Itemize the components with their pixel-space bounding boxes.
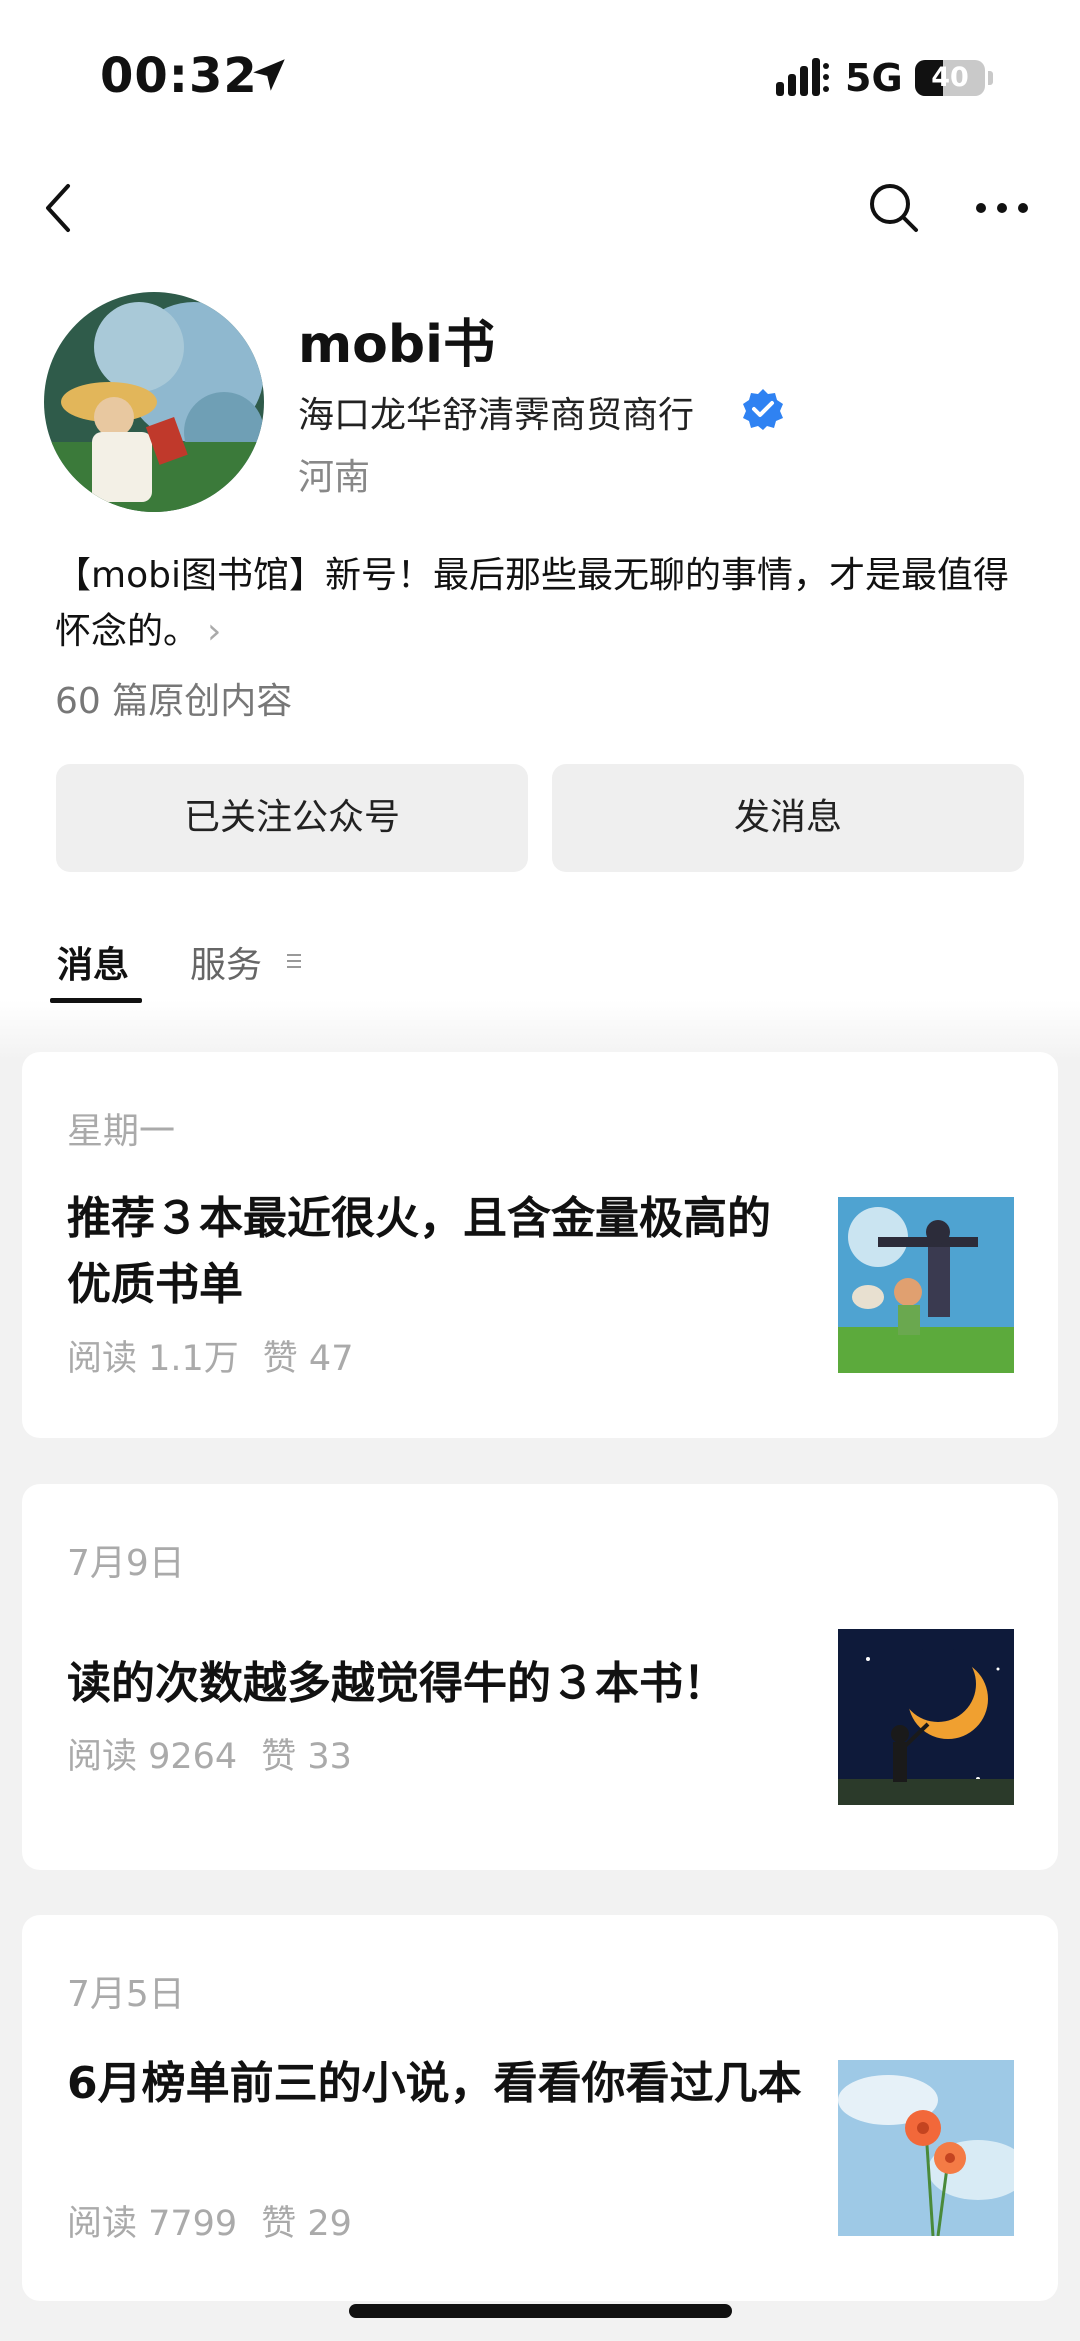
article-thumbnail bbox=[838, 1629, 1014, 1805]
verified-badge-icon[interactable] bbox=[742, 388, 784, 430]
like-count: 赞 47 bbox=[262, 1339, 354, 1379]
battery-icon: 40 bbox=[915, 60, 985, 96]
signal-icon bbox=[776, 58, 829, 96]
menu-lines-icon bbox=[287, 954, 301, 968]
avatar[interactable] bbox=[44, 292, 264, 512]
read-count: 阅读 1.1万 bbox=[67, 1339, 239, 1379]
chevron-right-icon: › bbox=[207, 611, 222, 652]
like-count: 赞 29 bbox=[261, 2204, 352, 2244]
article-title: 读的次数越多越觉得牛的３本书！ bbox=[67, 1658, 727, 1709]
avatar-illustration bbox=[44, 292, 264, 512]
article-stats: 阅读 7799 赞 29 bbox=[67, 2195, 376, 2246]
status-time: 00:32 bbox=[100, 48, 258, 104]
article-stats: 阅读 9264 赞 33 bbox=[67, 1728, 376, 1779]
original-content-count[interactable]: 60 篇原创内容 bbox=[55, 672, 292, 724]
article-card[interactable]: 7月5日 6月榜单前三的小说，看看你看过几本 阅读 7799 赞 29 bbox=[22, 1915, 1058, 2301]
article-card[interactable]: 星期一 推荐３本最近很火，且含金量极高的优质书单 阅读 1.1万赞 47 bbox=[22, 1052, 1058, 1438]
company-name: 海口龙华舒清霁商贸商行 bbox=[298, 395, 695, 436]
followed-button[interactable]: 已关注公众号 bbox=[56, 764, 528, 872]
article-date: 7月5日 bbox=[67, 1974, 185, 2015]
search-icon[interactable] bbox=[866, 180, 922, 236]
article-thumbnail bbox=[838, 1197, 1014, 1373]
article-thumbnail bbox=[838, 2060, 1014, 2236]
article-title: 6月榜单前三的小说，看看你看过几本 bbox=[67, 2058, 802, 2109]
status-bar: 00:32 5G 40 bbox=[0, 0, 1080, 160]
article-date: 7月9日 bbox=[67, 1543, 185, 1584]
like-count: 赞 33 bbox=[261, 1737, 352, 1777]
tab-messages[interactable]: 消息 bbox=[57, 936, 129, 988]
region: 河南 bbox=[298, 457, 371, 498]
account-description[interactable]: 【mobi图书馆】新号！最后那些最无聊的事情，才是最值得怀念的。 › bbox=[55, 548, 1035, 660]
article-title: 推荐３本最近很火，且含金量极高的优质书单 bbox=[67, 1193, 771, 1310]
tab-services[interactable]: 服务 bbox=[190, 936, 262, 988]
read-count: 阅读 9264 bbox=[67, 1737, 238, 1777]
battery-percent: 40 bbox=[931, 62, 969, 93]
article-stats: 阅读 1.1万赞 47 bbox=[67, 1330, 377, 1381]
back-chevron-icon[interactable] bbox=[38, 180, 82, 236]
article-date: 星期一 bbox=[67, 1111, 176, 1152]
more-dots-icon[interactable] bbox=[975, 196, 1029, 220]
article-card[interactable]: 7月9日 读的次数越多越觉得牛的３本书！ 阅读 9264 赞 33 bbox=[22, 1484, 1058, 1870]
network-type: 5G bbox=[845, 56, 903, 100]
description-text: 【mobi图书馆】新号！最后那些最无聊的事情，才是最值得怀念的。 bbox=[55, 555, 1009, 652]
account-name: mobi书 bbox=[298, 315, 495, 375]
battery-cap bbox=[988, 71, 993, 85]
read-count: 阅读 7799 bbox=[67, 2204, 238, 2244]
location-arrow-icon bbox=[253, 59, 285, 91]
active-tab-indicator bbox=[50, 998, 142, 1003]
header-fade bbox=[0, 1000, 1080, 1060]
home-indicator bbox=[349, 2304, 732, 2318]
send-message-button[interactable]: 发消息 bbox=[552, 764, 1024, 872]
